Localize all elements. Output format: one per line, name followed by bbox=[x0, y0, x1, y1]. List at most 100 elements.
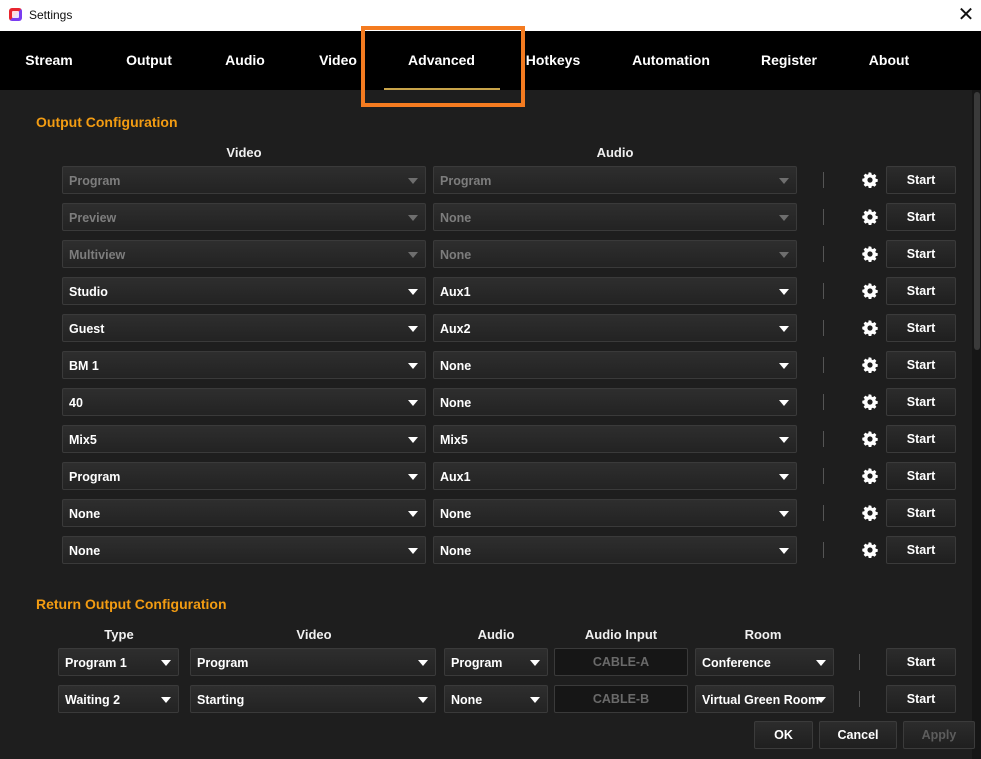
output-audio-select[interactable]: None bbox=[433, 536, 797, 564]
output-video-select-value: Multiview bbox=[69, 248, 126, 262]
return-audio-select[interactable]: Program bbox=[444, 648, 548, 676]
output-audio-select[interactable]: Aux1 bbox=[433, 277, 797, 305]
output-video-select-value: Guest bbox=[69, 322, 105, 336]
row-divider bbox=[859, 691, 860, 707]
gear-icon[interactable] bbox=[857, 500, 883, 526]
output-video-select-value: Program bbox=[69, 470, 121, 484]
output-video-select-value: Mix5 bbox=[69, 433, 97, 447]
caret-down-icon bbox=[779, 252, 789, 258]
return-start-button[interactable]: Start bbox=[886, 648, 956, 676]
gear-icon[interactable] bbox=[857, 167, 883, 193]
output-audio-select[interactable]: None bbox=[433, 203, 797, 231]
caret-down-icon bbox=[779, 437, 789, 443]
gear-icon[interactable] bbox=[857, 537, 883, 563]
return-type-header: Type bbox=[104, 627, 134, 642]
output-video-select[interactable]: None bbox=[62, 499, 426, 527]
output-audio-select[interactable]: None bbox=[433, 388, 797, 416]
tab-stream[interactable]: Stream bbox=[12, 31, 86, 90]
output-start-button[interactable]: Start bbox=[886, 462, 956, 490]
tab-hotkeys[interactable]: Hotkeys bbox=[516, 31, 590, 90]
output-start-button[interactable]: Start bbox=[886, 499, 956, 527]
output-video-select-value: Program bbox=[69, 174, 121, 188]
row-divider bbox=[823, 357, 824, 373]
output-start-button[interactable]: Start bbox=[886, 314, 956, 342]
return-video-select-value: Starting bbox=[197, 693, 245, 707]
output-start-button[interactable]: Start bbox=[886, 425, 956, 453]
output-audio-select[interactable]: None bbox=[433, 499, 797, 527]
caret-down-icon bbox=[530, 660, 540, 666]
output-audio-select[interactable]: Aux1 bbox=[433, 462, 797, 490]
gear-icon[interactable] bbox=[857, 278, 883, 304]
output-video-select[interactable]: Studio bbox=[62, 277, 426, 305]
gear-icon[interactable] bbox=[857, 426, 883, 452]
advanced-tab-highlight bbox=[361, 26, 525, 107]
output-start-button[interactable]: Start bbox=[886, 203, 956, 231]
return-room-header: Room bbox=[744, 627, 782, 642]
output-video-header: Video bbox=[226, 145, 262, 160]
tab-output[interactable]: Output bbox=[112, 31, 186, 90]
close-icon[interactable]: ✕ bbox=[955, 5, 977, 25]
gear-icon[interactable] bbox=[857, 463, 883, 489]
output-start-button[interactable]: Start bbox=[886, 351, 956, 379]
return-type-select[interactable]: Waiting 2 bbox=[58, 685, 179, 713]
row-divider bbox=[823, 431, 824, 447]
gear-icon[interactable] bbox=[857, 389, 883, 415]
caret-down-icon bbox=[408, 474, 418, 480]
row-divider bbox=[823, 283, 824, 299]
output-video-select[interactable]: Multiview bbox=[62, 240, 426, 268]
output-audio-select-value: None bbox=[440, 248, 472, 262]
return-audio-select[interactable]: None bbox=[444, 685, 548, 713]
cancel-button[interactable]: Cancel bbox=[819, 721, 897, 749]
output-video-select[interactable]: Preview bbox=[62, 203, 426, 231]
ok-button[interactable]: OK bbox=[754, 721, 813, 749]
return-start-button[interactable]: Start bbox=[886, 685, 956, 713]
output-video-select[interactable]: BM 1 bbox=[62, 351, 426, 379]
return-audio-input-header: Audio Input bbox=[584, 627, 658, 642]
tab-register[interactable]: Register bbox=[752, 31, 826, 90]
row-divider bbox=[823, 209, 824, 225]
caret-down-icon bbox=[161, 660, 171, 666]
return-video-select[interactable]: Program bbox=[190, 648, 436, 676]
output-video-select[interactable]: Program bbox=[62, 462, 426, 490]
caret-down-icon bbox=[161, 697, 171, 703]
gear-icon[interactable] bbox=[857, 352, 883, 378]
tab-about[interactable]: About bbox=[852, 31, 926, 90]
audio-input-field[interactable]: CABLE-A bbox=[554, 648, 688, 676]
output-audio-select-value: None bbox=[440, 359, 472, 373]
return-audio-header: Audio bbox=[477, 627, 515, 642]
output-video-select[interactable]: None bbox=[62, 536, 426, 564]
return-room-select[interactable]: Virtual Green Room bbox=[695, 685, 834, 713]
output-start-button[interactable]: Start bbox=[886, 277, 956, 305]
gear-icon[interactable] bbox=[857, 204, 883, 230]
output-video-select[interactable]: Program bbox=[62, 166, 426, 194]
audio-input-field[interactable]: CABLE-B bbox=[554, 685, 688, 713]
output-configuration-title: Output Configuration bbox=[36, 114, 178, 130]
output-start-button[interactable]: Start bbox=[886, 536, 956, 564]
return-room-select[interactable]: Conference bbox=[695, 648, 834, 676]
caret-down-icon bbox=[530, 697, 540, 703]
output-audio-select[interactable]: Aux2 bbox=[433, 314, 797, 342]
output-start-button[interactable]: Start bbox=[886, 240, 956, 268]
caret-down-icon bbox=[779, 289, 789, 295]
row-divider bbox=[859, 654, 860, 670]
tab-automation[interactable]: Automation bbox=[622, 31, 720, 90]
return-video-select[interactable]: Starting bbox=[190, 685, 436, 713]
app-logo-icon bbox=[9, 8, 22, 21]
output-video-select[interactable]: 40 bbox=[62, 388, 426, 416]
output-audio-select[interactable]: Mix5 bbox=[433, 425, 797, 453]
output-start-button[interactable]: Start bbox=[886, 166, 956, 194]
output-video-select[interactable]: Mix5 bbox=[62, 425, 426, 453]
caret-down-icon bbox=[418, 697, 428, 703]
output-audio-select[interactable]: None bbox=[433, 351, 797, 379]
gear-icon[interactable] bbox=[857, 315, 883, 341]
scrollbar-thumb[interactable] bbox=[974, 92, 980, 350]
output-audio-select-value: Aux2 bbox=[440, 322, 471, 336]
apply-button[interactable]: Apply bbox=[903, 721, 975, 749]
output-video-select[interactable]: Guest bbox=[62, 314, 426, 342]
output-start-button[interactable]: Start bbox=[886, 388, 956, 416]
output-audio-select[interactable]: Program bbox=[433, 166, 797, 194]
output-audio-select[interactable]: None bbox=[433, 240, 797, 268]
gear-icon[interactable] bbox=[857, 241, 883, 267]
tab-audio[interactable]: Audio bbox=[208, 31, 282, 90]
return-type-select[interactable]: Program 1 bbox=[58, 648, 179, 676]
